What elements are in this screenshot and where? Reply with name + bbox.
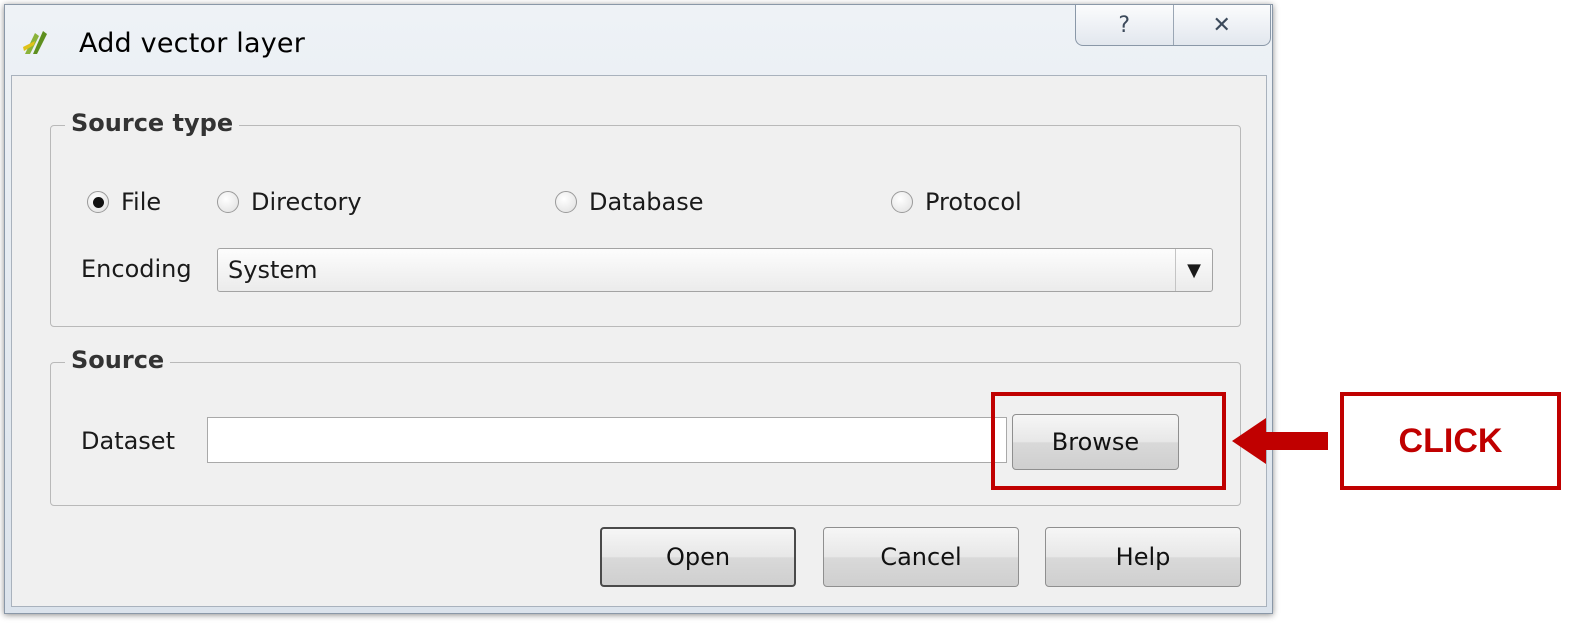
title-bar-buttons: ? ✕: [1075, 5, 1271, 46]
cancel-button[interactable]: Cancel: [823, 527, 1019, 587]
help-icon[interactable]: ?: [1076, 5, 1173, 45]
cancel-button-label: Cancel: [880, 543, 962, 571]
radio-label: Database: [589, 188, 704, 216]
browse-highlight-box: [991, 392, 1226, 490]
close-glyph: ✕: [1212, 12, 1231, 38]
radio-button[interactable]: [555, 191, 577, 213]
help-button[interactable]: Help: [1045, 527, 1241, 587]
radio-database[interactable]: Database: [555, 188, 704, 216]
dataset-input[interactable]: [207, 417, 1007, 463]
radio-label: Directory: [251, 188, 362, 216]
radio-button[interactable]: [891, 191, 913, 213]
source-type-legend: Source type: [65, 109, 240, 137]
title-bar: Add vector layer ? ✕: [5, 5, 1272, 75]
radio-file[interactable]: File: [87, 188, 161, 216]
radio-directory[interactable]: Directory: [217, 188, 362, 216]
open-button-label: Open: [665, 543, 731, 571]
close-icon[interactable]: ✕: [1172, 5, 1271, 45]
add-vector-layer-dialog: Add vector layer ? ✕ Source type File Di…: [4, 4, 1273, 614]
encoding-select[interactable]: System ▼: [217, 248, 1213, 292]
chevron-down-icon[interactable]: ▼: [1175, 249, 1212, 291]
help-button-label: Help: [1115, 543, 1171, 571]
encoding-value: System: [228, 256, 318, 284]
qgis-app-icon: [23, 31, 47, 54]
callout-text: CLICK: [1398, 421, 1503, 460]
encoding-label: Encoding: [81, 255, 192, 283]
source-type-group: Source type: [50, 109, 1241, 327]
window-title: Add vector layer: [79, 28, 306, 59]
radio-label: Protocol: [925, 188, 1022, 216]
source-legend: Source: [65, 346, 171, 374]
arrow-left-icon: [1232, 418, 1328, 464]
open-button[interactable]: Open: [600, 527, 796, 587]
dataset-label: Dataset: [81, 427, 175, 455]
radio-label: File: [121, 188, 162, 216]
help-glyph: ?: [1118, 12, 1131, 38]
dialog-body: Source type File Directory Database Prot…: [11, 75, 1267, 607]
radio-protocol[interactable]: Protocol: [891, 188, 1022, 216]
radio-button[interactable]: [217, 191, 239, 213]
click-callout: CLICK: [1340, 392, 1561, 490]
radio-button[interactable]: [87, 191, 109, 213]
